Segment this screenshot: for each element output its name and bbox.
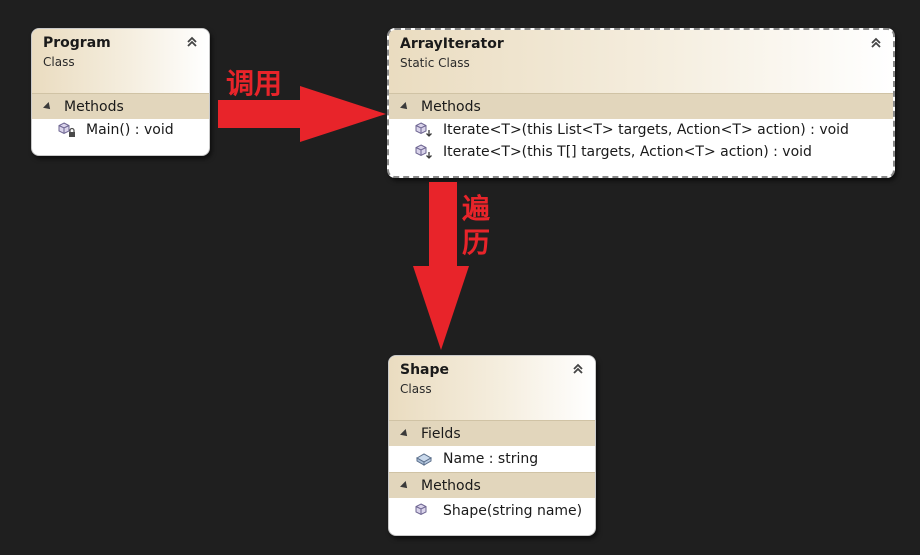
method-item[interactable]: Iterate<T>(this T[] targets, Action<T> a…: [389, 141, 893, 163]
section-title: Methods: [64, 98, 124, 115]
method-lock-icon: [58, 122, 75, 137]
field-item[interactable]: Name : string: [389, 446, 595, 472]
methods-section-header[interactable]: Methods: [32, 93, 209, 119]
method-signature: Iterate<T>(this List<T> targets, Action<…: [443, 122, 849, 138]
method-signature: Iterate<T>(this T[] targets, Action<T> a…: [443, 144, 812, 160]
double-chevron-up-icon[interactable]: [571, 362, 585, 376]
class-header[interactable]: Program Class: [32, 29, 209, 93]
class-header[interactable]: ArrayIterator Static Class: [389, 30, 893, 93]
class-name: Shape: [400, 362, 450, 378]
double-chevron-up-icon[interactable]: [185, 35, 199, 49]
method-item[interactable]: Shape(string name): [389, 498, 595, 524]
method-item[interactable]: Main() : void: [32, 119, 209, 141]
section-title: Fields: [421, 425, 461, 442]
class-name: Program: [43, 35, 111, 51]
class-kind: Class: [43, 55, 75, 69]
class-kind: Class: [400, 382, 432, 396]
double-chevron-up-icon[interactable]: [869, 36, 883, 50]
method-signature: Main() : void: [86, 122, 174, 138]
fields-section-header[interactable]: Fields: [389, 420, 595, 446]
traverse-arrow: [413, 182, 469, 350]
method-signature: Shape(string name): [443, 503, 583, 519]
methods-section-header[interactable]: Methods: [389, 472, 595, 498]
class-program[interactable]: Program Class Methods Main() : void: [31, 28, 210, 156]
section-title: Methods: [421, 477, 481, 494]
class-shape[interactable]: Shape Class Fields Name : string Methods…: [388, 355, 596, 536]
expand-triangle-icon: [400, 101, 410, 112]
call-label: 调用: [226, 67, 283, 100]
traverse-label: 遍历: [462, 192, 491, 259]
class-header[interactable]: Shape Class: [389, 356, 595, 420]
class-array-iterator[interactable]: ArrayIterator Static Class Methods Itera…: [387, 28, 895, 178]
method-icon: [415, 503, 427, 516]
extension-method-icon: [415, 122, 432, 137]
field-icon: [415, 453, 433, 466]
method-item[interactable]: Iterate<T>(this List<T> targets, Action<…: [389, 119, 893, 141]
extension-method-icon: [415, 144, 432, 159]
expand-triangle-icon: [400, 428, 410, 439]
section-title: Methods: [421, 98, 481, 115]
class-name: ArrayIterator: [400, 36, 504, 52]
expand-triangle-icon: [400, 480, 410, 491]
expand-triangle-icon: [43, 101, 53, 112]
methods-section-header[interactable]: Methods: [389, 93, 893, 119]
class-kind: Static Class: [400, 56, 470, 70]
field-signature: Name : string: [443, 451, 539, 467]
